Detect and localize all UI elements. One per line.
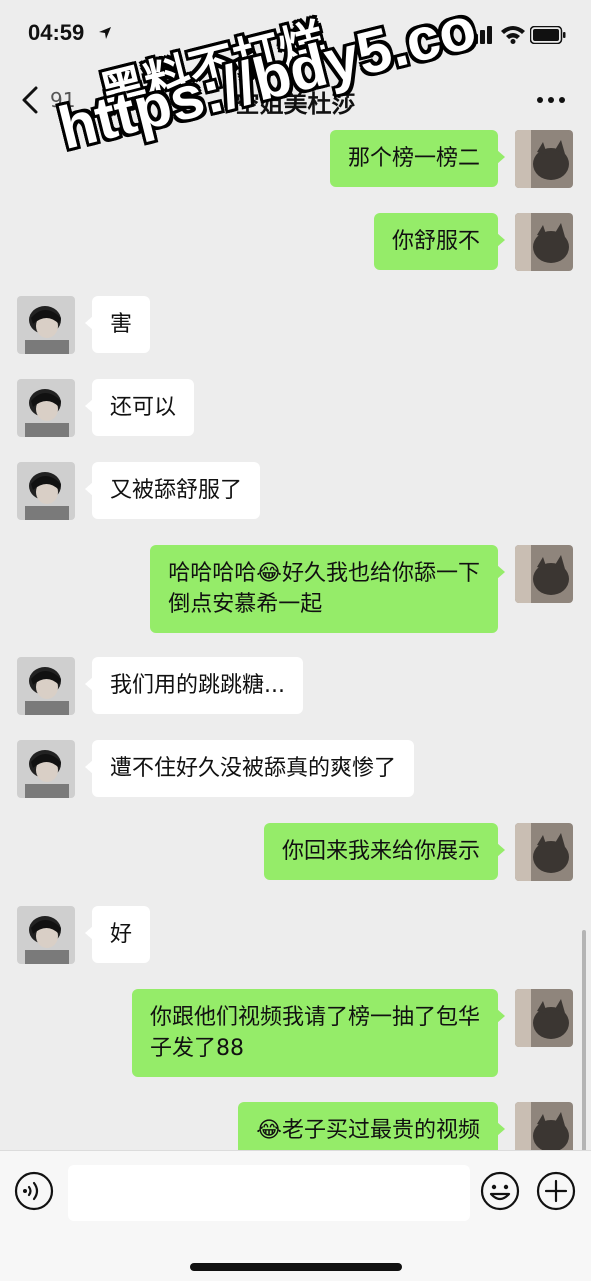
contact-avatar[interactable] (17, 379, 75, 437)
sent-message-bubble[interactable]: 那个榜一榜二 (329, 130, 506, 187)
message-list[interactable]: 那个榜一榜二你舒服不害还可以又被舔舒服了哈哈哈哈😂好久我也给你舔一下 倒点安慕希… (0, 130, 591, 1150)
my-avatar[interactable] (515, 213, 573, 271)
my-avatar[interactable] (515, 1102, 573, 1150)
received-message-bubble[interactable]: 还可以 (84, 379, 195, 436)
more-dots-icon[interactable] (536, 96, 566, 104)
emoji-icon[interactable] (480, 1171, 520, 1211)
sent-message-bubble[interactable]: 你回来我来给你展示 (263, 823, 506, 880)
my-avatar[interactable] (515, 823, 573, 881)
plus-icon[interactable] (536, 1171, 576, 1211)
sent-message-bubble[interactable]: 你舒服不 (373, 213, 506, 270)
contact-avatar[interactable] (17, 462, 75, 520)
my-avatar[interactable] (515, 545, 573, 603)
sent-message-bubble[interactable]: 哈哈哈哈😂好久我也给你舔一下 倒点安慕希一起 (150, 545, 505, 633)
status-time: 04:59 (28, 20, 85, 45)
contact-avatar[interactable] (17, 906, 75, 964)
received-message-bubble[interactable]: 好 (84, 906, 151, 963)
sent-message-bubble[interactable]: 😂老子买过最贵的视频 (238, 1102, 505, 1150)
my-avatar[interactable] (515, 130, 573, 188)
scrollbar[interactable] (582, 930, 586, 1150)
contact-avatar[interactable] (17, 740, 75, 798)
input-bar (0, 1150, 591, 1281)
contact-avatar[interactable] (17, 296, 75, 354)
voice-icon[interactable] (14, 1171, 54, 1211)
received-message-bubble[interactable]: 又被舔舒服了 (84, 462, 261, 519)
message-input[interactable] (68, 1165, 470, 1221)
battery-icon (530, 26, 566, 44)
my-avatar[interactable] (515, 989, 573, 1047)
sent-message-bubble[interactable]: 你跟他们视频我请了榜一抽了包华 子发了88 (131, 989, 506, 1077)
wifi-icon (501, 26, 525, 44)
location-arrow-icon (99, 27, 111, 39)
contact-avatar[interactable] (17, 657, 75, 715)
received-message-bubble[interactable]: 我们用的跳跳糖... (85, 657, 303, 714)
received-message-bubble[interactable]: 遭不住好久没被舔真的爽惨了 (84, 740, 415, 797)
home-indicator[interactable] (190, 1263, 402, 1271)
received-message-bubble[interactable]: 害 (84, 296, 151, 353)
